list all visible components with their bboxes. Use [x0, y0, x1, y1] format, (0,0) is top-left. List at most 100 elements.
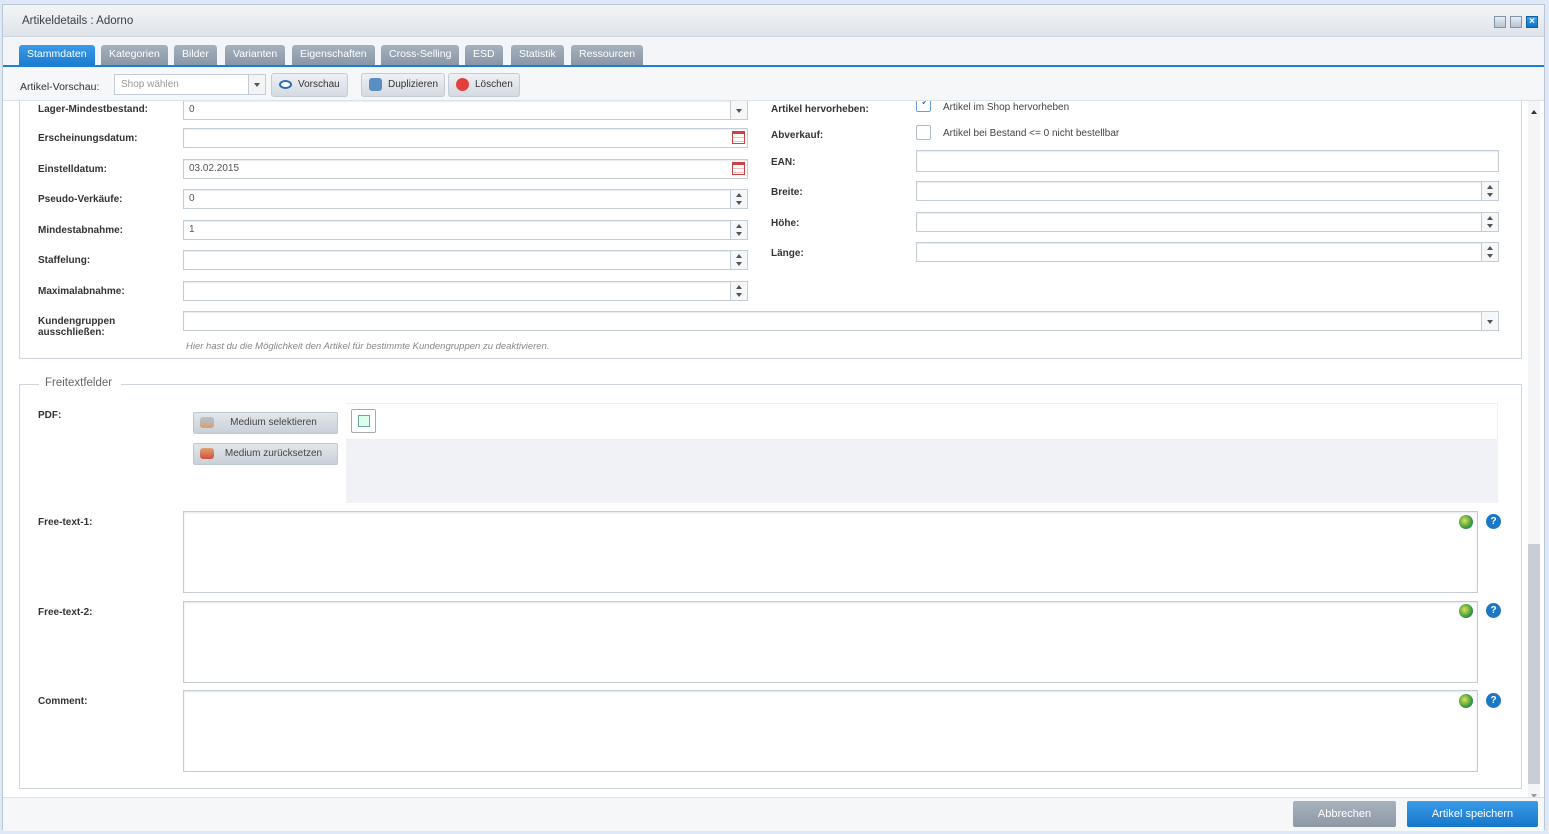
minimize-button[interactable] [1494, 16, 1506, 28]
tab-statistik[interactable]: Statistik [511, 45, 564, 65]
article-details-window: Artikeldetails : Adorno × Stammdaten Kat… [2, 4, 1545, 831]
spinner[interactable] [730, 282, 747, 300]
free1-textarea[interactable] [183, 511, 1478, 593]
shop-select-placeholder: Shop wählen [121, 79, 179, 90]
spinner[interactable] [730, 190, 747, 208]
hervorheben-checkbox[interactable]: ✓ [916, 101, 931, 112]
help-icon[interactable]: ? [1486, 693, 1501, 708]
lager-value: 0 [189, 104, 195, 115]
erscheinung-input[interactable] [183, 128, 748, 148]
mindest-input[interactable]: 1 [183, 220, 748, 240]
media-reset-icon [200, 448, 214, 459]
preview-label: Artikel-Vorschau: [20, 81, 100, 93]
help-icon[interactable]: ? [1486, 514, 1501, 529]
chevron-down-icon[interactable] [730, 101, 747, 119]
pdf-label: PDF: [38, 410, 62, 421]
globe-icon[interactable] [1459, 515, 1473, 529]
chevron-down-icon[interactable] [1481, 312, 1498, 330]
footer-bar: Abbrechen Artikel speichern [3, 797, 1544, 831]
media-grey-area [346, 440, 1498, 503]
delete-button[interactable]: Löschen [448, 73, 520, 97]
globe-icon[interactable] [1459, 694, 1473, 708]
spinner[interactable] [1481, 213, 1498, 231]
spinner[interactable] [730, 251, 747, 269]
legend-line-right [121, 384, 1522, 385]
mindest-value: 1 [189, 224, 195, 235]
tab-varianten[interactable]: Varianten [225, 45, 286, 65]
delete-icon [456, 78, 469, 91]
lager-input[interactable]: 0 [183, 101, 748, 120]
preview-button[interactable]: Vorschau [271, 73, 348, 97]
hoehe-label: Höhe: [771, 218, 800, 229]
maximize-button[interactable] [1510, 16, 1522, 28]
chevron-down-icon[interactable] [248, 75, 265, 94]
free2-textarea[interactable] [183, 601, 1478, 683]
select-media-label: Medium selektieren [230, 417, 317, 428]
scroll-up-icon[interactable] [1531, 110, 1537, 114]
save-article-button[interactable]: Artikel speichern [1407, 801, 1538, 827]
tab-bar: Stammdaten Kategorien Bilder Varianten E… [3, 37, 1544, 67]
reset-media-label: Medium zurücksetzen [224, 448, 323, 459]
tab-eigenschaften[interactable]: Eigenschaften [292, 45, 375, 65]
media-icon [200, 417, 214, 428]
duplicate-button[interactable]: Duplizieren [361, 73, 445, 97]
tab-kategorien[interactable]: Kategorien [101, 45, 168, 65]
duplicate-icon [369, 78, 382, 91]
help-icon[interactable]: ? [1486, 603, 1501, 618]
hoehe-input[interactable] [916, 212, 1499, 232]
window-title: Artikeldetails : Adorno [22, 15, 134, 27]
tab-bilder[interactable]: Bilder [174, 45, 217, 65]
kundengruppen-label-2: ausschließen: [38, 327, 105, 338]
abverkauf-label: Abverkauf: [771, 130, 824, 141]
tab-ressourcen[interactable]: Ressourcen [571, 45, 644, 65]
pseudo-input[interactable]: 0 [183, 189, 748, 209]
image-placeholder-icon[interactable] [351, 409, 376, 433]
media-area [183, 403, 1498, 440]
globe-icon[interactable] [1459, 604, 1473, 618]
laenge-input[interactable] [916, 242, 1499, 262]
title-bar[interactable]: Artikeldetails : Adorno × [3, 5, 1544, 37]
close-button[interactable]: × [1526, 16, 1538, 28]
pseudo-label: Pseudo-Verkäufe: [38, 194, 123, 205]
kundengruppen-select[interactable] [183, 311, 1499, 331]
reset-media-button[interactable]: Medium zurücksetzen [193, 443, 338, 465]
laenge-label: Länge: [771, 248, 804, 259]
legend-line-left [19, 384, 39, 385]
spinner[interactable] [1481, 182, 1498, 200]
einstell-label: Einstelldatum: [38, 164, 107, 175]
staffel-label: Staffelung: [38, 255, 91, 266]
breite-label: Breite: [771, 187, 803, 198]
tab-cross-selling[interactable]: Cross-Selling [381, 45, 460, 65]
select-media-button[interactable]: Medium selektieren [193, 412, 338, 434]
einstell-input[interactable]: 03.02.2015 [183, 159, 748, 179]
staffel-input[interactable] [183, 250, 748, 270]
calendar-icon[interactable] [732, 131, 745, 144]
maximal-input[interactable] [183, 281, 748, 301]
cancel-button[interactable]: Abbrechen [1293, 801, 1396, 827]
lager-label: Lager-Mindestbestand: [38, 104, 149, 115]
tab-esd[interactable]: ESD [465, 45, 503, 65]
breite-input[interactable] [916, 181, 1499, 201]
toolbar: Artikel-Vorschau: Shop wählen Vorschau D… [3, 67, 1544, 101]
ean-input[interactable] [916, 150, 1499, 172]
vertical-scrollbar[interactable] [1528, 101, 1540, 801]
delete-button-label: Löschen [475, 79, 513, 90]
comment-textarea[interactable] [183, 690, 1478, 772]
erscheinung-label: Erscheinungsdatum: [38, 133, 138, 144]
form-content[interactable]: Lager-Mindestbestand: 0 Erscheinungsdatu… [3, 101, 1532, 791]
abverkauf-checkbox[interactable] [916, 125, 931, 140]
einstell-value: 03.02.2015 [189, 163, 240, 174]
spinner[interactable] [730, 221, 747, 239]
tab-stammdaten[interactable]: Stammdaten [19, 45, 95, 65]
preview-button-label: Vorschau [298, 79, 340, 90]
shop-select[interactable]: Shop wählen [114, 74, 266, 95]
spinner[interactable] [1481, 243, 1498, 261]
pseudo-value: 0 [189, 193, 195, 204]
comment-label: Comment: [38, 696, 88, 707]
hervorheben-label: Artikel hervorheben: [771, 104, 869, 115]
scrollbar-thumb[interactable] [1528, 544, 1540, 784]
kundengruppen-label-1: Kundengruppen [38, 316, 116, 327]
free2-label: Free-text-2: [38, 607, 93, 618]
calendar-icon[interactable] [732, 162, 745, 175]
abverkauf-text: Artikel bei Bestand <= 0 nicht bestellba… [943, 128, 1120, 139]
